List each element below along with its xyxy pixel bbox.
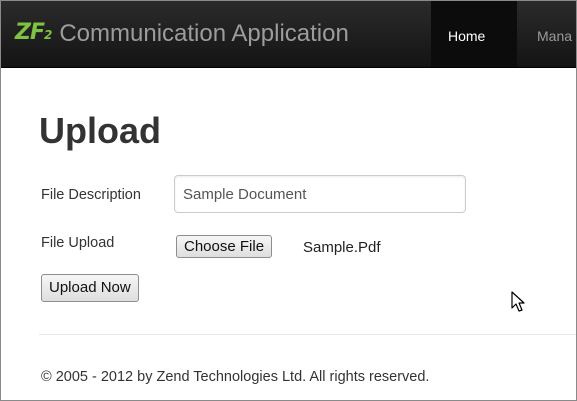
page-title: Upload [39, 110, 161, 151]
brand-title: Communication Application [59, 20, 349, 47]
file-description-label: File Description [41, 187, 141, 203]
zf-logo-icon: ZF2 [15, 20, 52, 45]
browser-viewport: ZF2 Communication Application Home Mana … [0, 0, 577, 401]
footer-divider [39, 334, 576, 335]
top-navbar: ZF2 Communication Application Home Mana [1, 1, 576, 68]
footer-copyright: © 2005 - 2012 by Zend Technologies Ltd. … [41, 369, 430, 385]
mouse-pointer-icon [511, 291, 525, 312]
file-upload-label: File Upload [41, 235, 115, 251]
file-description-input[interactable] [174, 175, 466, 213]
nav-link-manage[interactable]: Mana [537, 27, 572, 45]
choose-file-button[interactable]: Choose File [176, 235, 273, 258]
upload-now-button[interactable]: Upload Now [41, 274, 139, 302]
brand[interactable]: ZF2 Communication Application [15, 19, 349, 49]
nav-link-home[interactable]: Home [448, 27, 485, 45]
chosen-file-name: Sample.Pdf [303, 239, 381, 256]
